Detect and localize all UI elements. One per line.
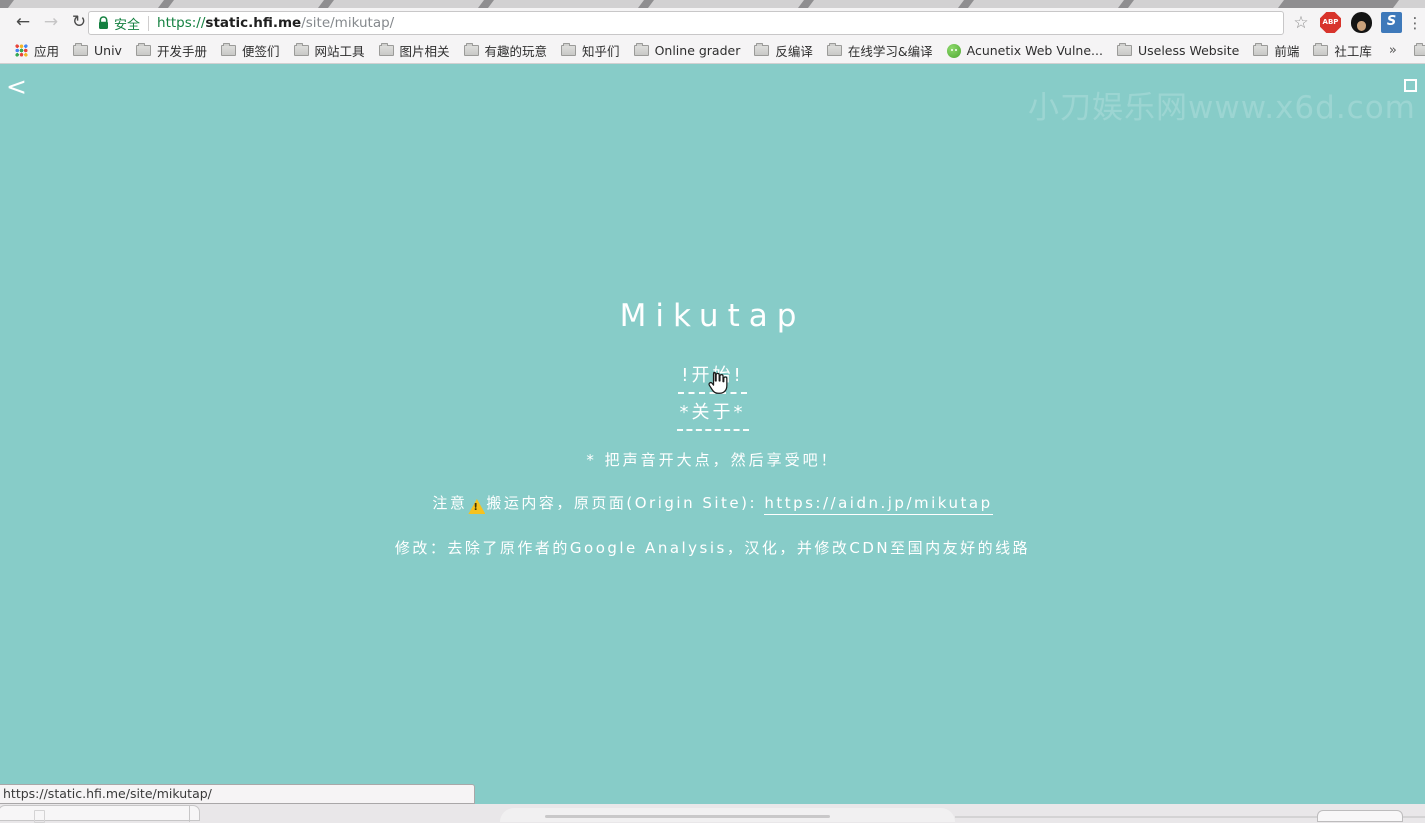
url-path: /site/mikutap/ (301, 15, 394, 31)
bookmark-label: 图片相关 (400, 41, 450, 60)
bookmark-label: 社工库 (1334, 41, 1372, 60)
url-host: static.hfi.me (205, 15, 301, 31)
acunetix-icon (947, 44, 961, 58)
bookmark-folder-fun-stuff[interactable]: 有趣的玩意 (457, 40, 555, 62)
other-bookmarks-folder[interactable]: 其他书签 (1407, 40, 1425, 62)
s-extension-icon[interactable]: S (1381, 12, 1402, 33)
afro-avatar-extension-icon[interactable] (1351, 12, 1372, 33)
tip-line: * 把声音开大点，然后享受吧！ (0, 449, 1425, 470)
browser-menu-icon[interactable]: ⋮ (1406, 10, 1424, 36)
lock-icon (98, 16, 109, 30)
omnibox-divider (148, 16, 149, 31)
bookmark-item-apps[interactable]: 应用 (8, 40, 66, 62)
back-icon[interactable]: ← (10, 9, 36, 35)
status-url-bubble: https://static.hfi.me/site/mikutap/ (0, 784, 475, 804)
browser-tab[interactable] (808, 0, 964, 8)
folder-icon (1253, 45, 1268, 56)
folder-icon (1313, 45, 1328, 56)
about-link[interactable]: *关于* (677, 398, 749, 431)
adblock-plus-extension-icon[interactable]: ABP (1320, 12, 1341, 33)
bookmarks-overflow-chevron[interactable]: » (1379, 43, 1407, 58)
folder-icon (379, 45, 394, 56)
warning-icon (468, 499, 485, 514)
bookmark-folder-notes[interactable]: 便签们 (214, 40, 287, 62)
bookmark-folder-shegongku[interactable]: 社工库 (1306, 40, 1379, 62)
browser-tab[interactable] (168, 0, 324, 8)
bookmark-folder-useless-website[interactable]: Useless Website (1110, 40, 1246, 62)
bookmark-item-acunetix[interactable]: Acunetix Web Vulne... (940, 40, 1110, 62)
url-scheme: https:// (157, 15, 205, 31)
bookmark-label: 开发手册 (157, 41, 207, 60)
folder-icon (1414, 45, 1425, 56)
page-title: Mikutap (0, 298, 1425, 334)
folder-icon (754, 45, 769, 56)
page-mikutap: < 小刀娱乐网www.x6d.com Mikutap !开始! *关于* * 把… (0, 64, 1425, 804)
bookmark-folder-univ[interactable]: Univ (66, 40, 129, 62)
browser-tab[interactable] (328, 0, 484, 8)
folder-icon (1117, 45, 1132, 56)
bookmark-label: 便签们 (242, 41, 280, 60)
folder-icon (221, 45, 236, 56)
mod-line: 修改：去除了原作者的Google Analysis，汉化，并修改CDN至国内友好… (0, 537, 1425, 558)
browser-tab[interactable] (968, 0, 1124, 8)
bookmark-label: 应用 (34, 41, 59, 60)
bookmark-label: 在线学习&编译 (848, 41, 933, 60)
bookmark-label: Acunetix Web Vulne... (967, 43, 1103, 58)
bookmark-label: Useless Website (1138, 43, 1239, 58)
bookmark-folder-site-tools[interactable]: 网站工具 (287, 40, 372, 62)
folder-icon (136, 45, 151, 56)
origin-mid: 搬运内容，原页面(Origin Site): (486, 494, 764, 512)
bookmark-folder-zhihu[interactable]: 知乎们 (554, 40, 627, 62)
security-label: 安全 (114, 14, 140, 33)
bookmark-label: Univ (94, 43, 122, 58)
bookmarks-bar: 应用 Univ 开发手册 便签们 网站工具 图片相关 有趣的玩意 知乎们 Onl… (0, 38, 1425, 64)
bookmark-folder-images[interactable]: 图片相关 (372, 40, 457, 62)
folder-icon (827, 45, 842, 56)
bookmark-label: 网站工具 (315, 41, 365, 60)
folder-icon (464, 45, 479, 56)
bookmark-label: Online grader (655, 43, 741, 58)
bottom-band (0, 804, 1425, 819)
browser-tab[interactable] (648, 0, 804, 8)
tab-strip (0, 0, 1425, 8)
bookmark-label: 前端 (1274, 41, 1299, 60)
browser-tab[interactable] (8, 0, 164, 8)
folder-icon (294, 45, 309, 56)
origin-line: 注意 搬运内容，原页面(Origin Site): https://aidn.jp… (0, 492, 1425, 514)
bookmark-label: 反编译 (775, 41, 813, 60)
bookmark-folder-dev-manual[interactable]: 开发手册 (129, 40, 214, 62)
browser-tab[interactable] (1393, 0, 1425, 8)
origin-site-link[interactable]: https://aidn.jp/mikutap (764, 494, 992, 515)
apps-grid-icon (15, 44, 28, 57)
browser-tab[interactable] (1128, 0, 1284, 8)
background-window-button (1317, 810, 1403, 822)
browser-toolbar: ← → ↻ 安全 https://static.hfi.me/site/miku… (0, 8, 1425, 38)
page-back-chevron[interactable]: < (6, 72, 27, 101)
folder-icon (561, 45, 576, 56)
bookmark-folder-online-grader[interactable]: Online grader (627, 40, 748, 62)
bookmark-label: 知乎们 (582, 41, 620, 60)
bookmark-folder-frontend[interactable]: 前端 (1246, 40, 1306, 62)
origin-prefix: 注意 (432, 494, 467, 512)
browser-tab[interactable] (488, 0, 644, 8)
bookmark-star-icon[interactable]: ☆ (1289, 11, 1313, 35)
folder-icon (73, 45, 88, 56)
watermark-text: 小刀娱乐网www.x6d.com (1028, 82, 1416, 127)
folder-icon (634, 45, 649, 56)
forward-icon: → (38, 9, 64, 35)
bookmark-label: 有趣的玩意 (485, 41, 548, 60)
address-bar[interactable]: 安全 https://static.hfi.me/site/mikutap/ (88, 11, 1284, 35)
hand-cursor (705, 370, 728, 395)
bookmark-folder-decompile[interactable]: 反编译 (747, 40, 820, 62)
background-window-bar (545, 815, 830, 818)
bookmark-folder-online-learning[interactable]: 在线学习&编译 (820, 40, 940, 62)
